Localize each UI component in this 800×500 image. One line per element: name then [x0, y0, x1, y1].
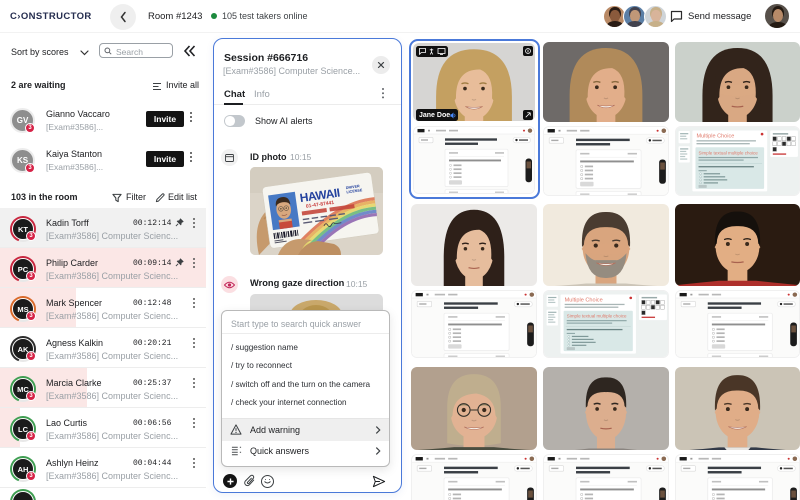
svg-text:Simple textual multiple choice: Simple textual multiple choice	[567, 314, 627, 319]
svg-text:Multiple Choice: Multiple Choice	[696, 134, 734, 140]
svg-text:Multiple Choice: Multiple Choice	[565, 297, 603, 303]
svg-text:Simple textual multiple choice: Simple textual multiple choice	[699, 150, 759, 155]
